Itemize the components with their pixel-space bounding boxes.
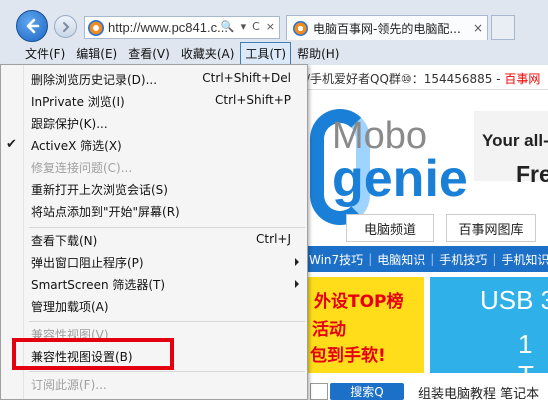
new-tab-button[interactable] bbox=[491, 15, 515, 40]
forward-button[interactable] bbox=[54, 15, 77, 38]
usb-ad-line2: 1 T bbox=[518, 329, 534, 390]
tab-title: 电脑百事网-领先的电脑配... bbox=[313, 21, 461, 36]
menu-item-label: 订阅此源(F)... bbox=[31, 378, 107, 392]
menu-edit[interactable]: 编辑(E) bbox=[71, 42, 122, 65]
menu-item-add-to-start[interactable]: 将站点添加到"开始"屏幕(R) bbox=[1, 200, 307, 222]
nav-link-win7[interactable]: Win7技巧 bbox=[306, 251, 366, 268]
menu-tools[interactable]: 工具(T) bbox=[240, 42, 292, 65]
menu-item-label: 管理加载项(A) bbox=[31, 300, 109, 314]
tab-close-icon[interactable]: × bbox=[473, 21, 483, 35]
dropdown-icon[interactable]: ▾ bbox=[241, 20, 247, 33]
menu-help[interactable]: 帮助(H) bbox=[292, 42, 344, 65]
menu-item-popup-blocker[interactable]: 弹出窗口阻止程序(P) bbox=[1, 251, 307, 273]
menu-item-label: 弹出窗口阻止程序(P) bbox=[31, 256, 144, 270]
usb-ad-line1: USB 3 bbox=[480, 285, 548, 315]
menu-favorites[interactable]: 收藏夹(A) bbox=[176, 42, 240, 65]
menu-item-view-downloads[interactable]: 查看下载(N) Ctrl+J bbox=[1, 229, 307, 251]
submenu-arrow-icon bbox=[295, 258, 299, 266]
menu-item-label: ActiveX 筛选(X) bbox=[31, 139, 122, 153]
menu-item-activex-filter[interactable]: ✔ ActiveX 筛选(X) bbox=[1, 134, 307, 156]
menu-separator bbox=[29, 321, 305, 322]
ad-free-text: Fre bbox=[516, 161, 548, 187]
menu-item-label: 查看下载(N) bbox=[31, 234, 98, 248]
highlight-annotation-box bbox=[12, 338, 174, 370]
menu-item-delete-history[interactable]: 删除浏览历史记录(D)... Ctrl+Shift+Del bbox=[1, 68, 307, 90]
site-search: 搜索Q 组装电脑教程 笔记本 bbox=[306, 383, 548, 400]
menu-item-inprivate[interactable]: InPrivate 浏览(I) Ctrl+Shift+P bbox=[1, 90, 307, 112]
menu-separator bbox=[29, 371, 305, 372]
peripheral-ad-line1: 外设TOP榜 bbox=[314, 292, 404, 312]
refresh-icon[interactable]: C bbox=[252, 20, 260, 33]
menu-item-shortcut: Ctrl+Shift+P bbox=[215, 93, 291, 107]
promo-ads[interactable]: 外设TOP榜 活动 包到手软! USB 3 1 T bbox=[306, 277, 548, 390]
stop-icon[interactable]: × bbox=[266, 20, 275, 33]
nav-link-phone-tips[interactable]: 手机技巧 bbox=[436, 251, 490, 268]
menu-item-subscribe-feed: 订阅此源(F)... bbox=[1, 373, 307, 395]
site-search-input[interactable] bbox=[310, 383, 328, 400]
ad-tagline: Your all-in bbox=[482, 131, 548, 150]
blue-nav-bar: Win7技巧 | 电脑知识 | 手机技巧 | 手机知识 bbox=[306, 246, 548, 272]
menu-bar: 文件(F) 编辑(E) 查看(V) 收藏夹(A) 工具(T) 帮助(H) bbox=[0, 42, 548, 65]
menu-item-label: 重新打开上次浏览会话(S) bbox=[31, 183, 168, 197]
usb-ad[interactable]: USB 3 1 T bbox=[430, 277, 548, 390]
info-strip: /手机爱好者QQ群⑩：154456885 - 百事网 bbox=[306, 68, 548, 90]
menu-file[interactable]: 文件(F) bbox=[20, 42, 70, 65]
site-search-button[interactable]: 搜索Q bbox=[330, 383, 404, 400]
menu-item-fix-connection: 修复连接问题(C)... bbox=[1, 156, 307, 178]
menu-item-label: 删除浏览历史记录(D)... bbox=[31, 73, 158, 87]
channel-computer[interactable]: 电脑频道 bbox=[346, 214, 434, 242]
submenu-arrow-icon bbox=[295, 280, 299, 288]
tab-favicon-icon bbox=[293, 20, 308, 36]
menu-view[interactable]: 查看(V) bbox=[123, 42, 175, 65]
menu-item-reopen-session[interactable]: 重新打开上次浏览会话(S) bbox=[1, 178, 307, 200]
nav-link-phone-knowledge[interactable]: 手机知识 bbox=[498, 251, 548, 268]
nav-link-pc-knowledge[interactable]: 电脑知识 bbox=[374, 251, 428, 268]
menu-item-smartscreen[interactable]: SmartScreen 筛选器(T) bbox=[1, 273, 307, 295]
peripheral-ad-line2: 活动 bbox=[312, 320, 346, 340]
menu-item-label: 跟踪保护(K)... bbox=[31, 117, 108, 131]
site-favicon-icon bbox=[88, 19, 104, 36]
arrow-left-icon bbox=[26, 18, 40, 34]
menu-item-label: 将站点添加到"开始"屏幕(R) bbox=[31, 205, 180, 219]
menu-item-label: SmartScreen 筛选器(T) bbox=[31, 278, 166, 292]
peripheral-ad[interactable]: 外设TOP榜 活动 包到手软! bbox=[306, 277, 424, 373]
menu-item-tracking-protection[interactable]: 跟踪保护(K)... bbox=[1, 112, 307, 134]
address-text[interactable]: http://www.pc841.c... bbox=[108, 20, 228, 35]
menu-item-label: InPrivate 浏览(I) bbox=[31, 95, 125, 109]
address-bar[interactable]: http://www.pc841.c... 🔍 ▾ C × bbox=[84, 16, 280, 39]
peripheral-ad-line3: 包到手软! bbox=[310, 346, 386, 366]
info-strip-site[interactable]: 百事网 bbox=[504, 72, 540, 86]
back-button[interactable] bbox=[16, 10, 48, 42]
menu-item-shortcut: Ctrl+Shift+Del bbox=[202, 71, 291, 85]
channel-gallery[interactable]: 百事网图库 bbox=[446, 214, 536, 242]
address-buttons: 🔍 ▾ C × bbox=[221, 20, 275, 33]
arrow-right-icon bbox=[62, 21, 69, 32]
menu-item-manage-addons[interactable]: 管理加载项(A) bbox=[1, 295, 307, 317]
menu-separator bbox=[29, 227, 305, 228]
checkmark-icon: ✔ bbox=[6, 137, 17, 152]
search-hot-links[interactable]: 组装电脑教程 笔记本 bbox=[418, 383, 539, 400]
browser-tab[interactable]: 电脑百事网-领先的电脑配... × bbox=[286, 15, 488, 40]
menu-item-label: 修复连接问题(C)... bbox=[31, 161, 133, 175]
menu-item-shortcut: Ctrl+J bbox=[256, 232, 291, 246]
ad-brand-bottom: genie bbox=[332, 150, 468, 208]
info-strip-text: /手机爱好者QQ群⑩：154456885 - bbox=[306, 72, 505, 86]
search-icon[interactable]: 🔍 bbox=[221, 20, 235, 33]
browser-chrome: http://www.pc841.c... 🔍 ▾ C × 电脑百事网-领先的电… bbox=[0, 0, 548, 65]
